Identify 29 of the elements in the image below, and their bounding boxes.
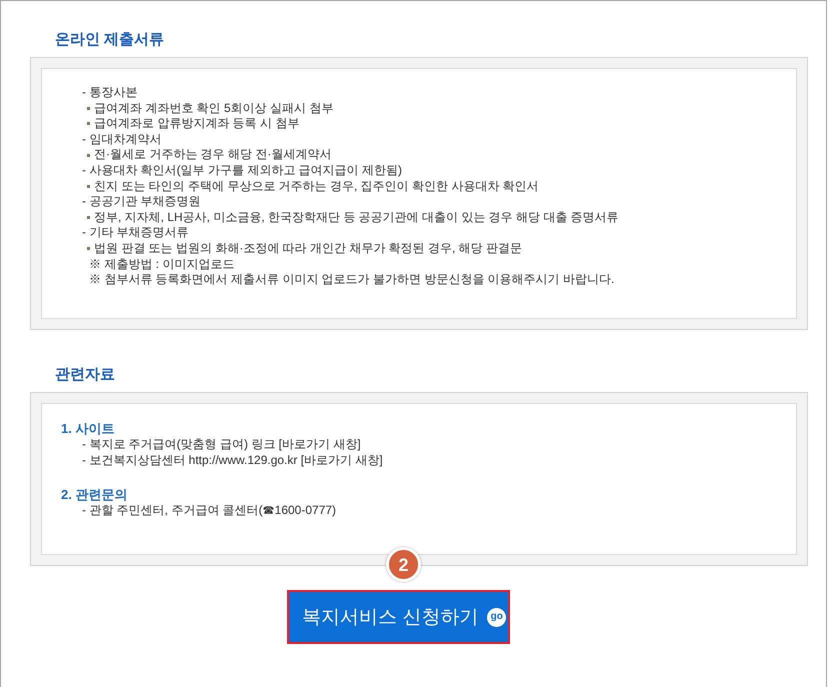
- bullet-icon: [87, 154, 90, 157]
- reference-item: - 관할 주민센터, 주거급여 콜센터(☎1600-0777): [82, 503, 336, 519]
- reference-heading: 1. 사이트: [61, 421, 114, 437]
- document-detail: 급여계좌 계좌번호 확인 5회이상 실패시 첨부: [94, 100, 334, 116]
- document-detail: 전·월세로 거주하는 경우 해당 전·월세계약서: [94, 147, 332, 163]
- document-heading: - 통장사본: [82, 85, 138, 101]
- apply-button[interactable]: 복지서비스 신청하기 go: [287, 590, 510, 644]
- document-detail: 급여계좌로 압류방지계좌 등록 시 첨부: [94, 116, 300, 132]
- reference-heading: 2. 관련문의: [61, 487, 128, 504]
- reference-item: - 복지로 주거급여(맞춤형 급여) 링크 [바로가기 새창]: [82, 437, 361, 453]
- note-text: ※ 제출방법 : 이미지업로드: [89, 256, 234, 272]
- step-badge: 2: [386, 547, 421, 582]
- document-heading: - 임대차계약서: [82, 132, 162, 148]
- document-heading: - 공공기관 부채증명원: [82, 194, 201, 210]
- go-badge: go: [487, 608, 506, 626]
- document-heading: - 사용대차 확인서(일부 가구를 제외하고 급여지급이 제한됨): [82, 162, 402, 179]
- bullet-icon: [87, 106, 90, 110]
- note-text: ※ 첨부서류 등록화면에서 제출서류 이미지 업로드가 불가하면 방문신청을 이용해주시기 바랍니다.: [89, 272, 614, 288]
- document-heading: - 기타 부채증명서류: [82, 225, 189, 241]
- bullet-icon: [87, 122, 90, 126]
- bullet-icon: [87, 184, 90, 188]
- document-detail: 법원 판결 또는 법원의 화해·조정에 따라 개인간 채무가 확정된 경우, 해당 판결문: [94, 240, 522, 257]
- bullet-icon: [87, 247, 90, 250]
- section-title: 관련자료: [55, 366, 115, 384]
- document-detail: 정부, 지자체, LH공사, 미소금융, 한국장학재단 등 공공기관에 대출이 있는 경우 해당 대출 증명서류: [94, 210, 619, 226]
- section-title: 온라인 제출서류: [55, 31, 164, 49]
- document-detail: 친지 또는 타인의 주택에 무상으로 거주하는 경우, 집주인이 확인한 사용대차 확인서: [94, 178, 539, 194]
- bullet-icon: [87, 216, 90, 220]
- reference-item: - 보건복지상담센터 http://www.129.go.kr [바로가기 새창]: [82, 452, 383, 468]
